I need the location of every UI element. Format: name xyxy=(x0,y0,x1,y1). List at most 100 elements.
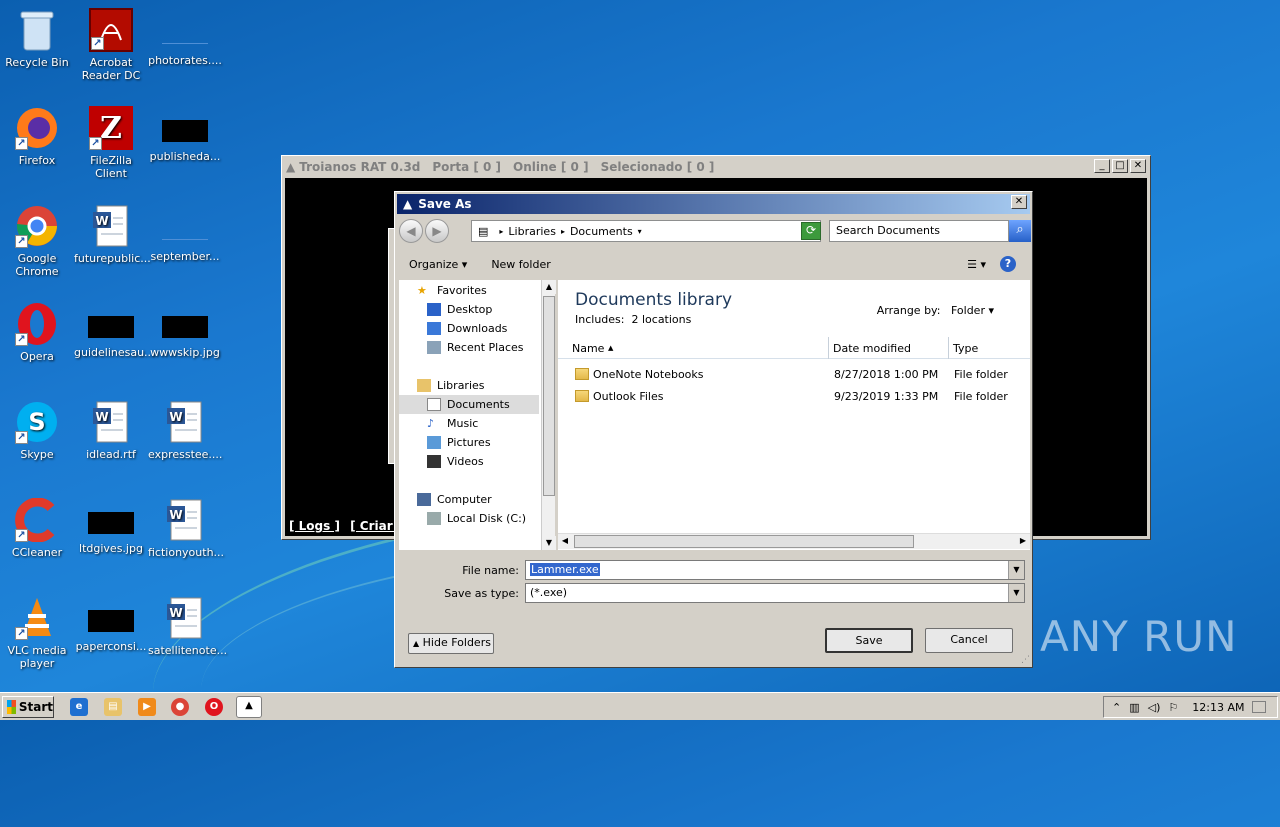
desktop-icon-satellitenote[interactable]: W satellitenote... xyxy=(148,596,227,657)
dialog-title-bar[interactable]: ▲ Save As ✕ xyxy=(397,194,1030,214)
back-button[interactable]: ◀ xyxy=(399,219,423,243)
start-button[interactable]: Start xyxy=(2,696,54,718)
desktop-icon-expresstee[interactable]: W expresstee.... xyxy=(148,400,222,461)
nav-favorites[interactable]: ★ Favorites xyxy=(417,281,487,300)
maximize-button[interactable]: □ xyxy=(1112,159,1128,173)
breadcrumb-documents[interactable]: Documents xyxy=(570,225,633,238)
desktop-icon-filezilla[interactable]: Z ↗ FileZilla Client xyxy=(74,106,148,180)
logs-link[interactable]: [ Logs ] xyxy=(289,519,340,533)
desktop-icon-futurepublic[interactable]: W futurepublic... xyxy=(74,204,151,265)
save-type-select[interactable]: (*.exe) ▼ xyxy=(525,583,1025,603)
search-input[interactable]: Search Documents xyxy=(829,220,1009,242)
firefox-icon: ↗ xyxy=(15,106,59,150)
filezilla-icon: Z ↗ xyxy=(89,106,133,150)
nav-documents[interactable]: Documents xyxy=(399,395,539,414)
opera-icon[interactable]: O xyxy=(205,698,223,716)
cancel-button[interactable]: Cancel xyxy=(925,628,1013,653)
nav-recent-places[interactable]: Recent Places xyxy=(427,338,524,357)
desktop-icon-september[interactable]: september... xyxy=(148,204,222,263)
breadcrumb-libraries[interactable]: Libraries xyxy=(508,225,556,238)
nav-desktop[interactable]: Desktop xyxy=(427,300,492,319)
skype-icon: S ↗ xyxy=(15,400,59,444)
address-bar[interactable]: ▤ ▸ Libraries ▸ Documents ▾ ▼ xyxy=(471,220,821,242)
desktop-icon-chrome[interactable]: ↗ Google Chrome xyxy=(0,204,74,278)
organize-button[interactable]: Organize ▾ xyxy=(409,258,467,271)
file-name-field[interactable]: Lammer.exe ▼ xyxy=(525,560,1025,580)
column-date-modified[interactable]: Date modified xyxy=(829,337,949,359)
nav-videos[interactable]: Videos xyxy=(427,452,484,471)
clock[interactable]: 12:13 AM xyxy=(1192,701,1244,714)
forward-button[interactable]: ▶ xyxy=(425,219,449,243)
new-folder-button[interactable]: New folder xyxy=(491,258,550,271)
refresh-icon[interactable]: ⟳ xyxy=(801,222,821,240)
minimize-button[interactable]: _ xyxy=(1094,159,1110,173)
desktop-icon-guidelinesau[interactable]: guidelinesau... xyxy=(74,302,155,359)
desktop-icon-paperconsi[interactable]: paperconsi... xyxy=(74,596,148,653)
desktop-icon-fictionyouth[interactable]: W fictionyouth... xyxy=(148,498,224,559)
desktop-icon-photorates[interactable]: photorates.... xyxy=(148,8,222,67)
chevron-down-icon[interactable]: ▼ xyxy=(1008,584,1024,602)
file-row[interactable]: OneNote Notebooks 8/27/2018 1:00 PM File… xyxy=(558,365,1030,385)
rat-selected-status: Selecionado [ 0 ] xyxy=(600,159,715,174)
arrange-by-dropdown[interactable]: Folder xyxy=(951,304,985,317)
desktop-icon-ltdgives[interactable]: ltdgives.jpg xyxy=(74,498,148,555)
nav-downloads[interactable]: Downloads xyxy=(427,319,507,338)
sort-asc-icon: ▲ xyxy=(607,344,614,352)
column-type[interactable]: Type xyxy=(949,337,1030,359)
nav-scrollbar[interactable]: ▲ ▼ xyxy=(541,280,556,550)
nav-music[interactable]: ♪ Music xyxy=(427,414,478,433)
dialog-close-button[interactable]: ✕ xyxy=(1011,195,1027,209)
nav-computer[interactable]: Computer xyxy=(417,490,492,509)
chevron-down-icon[interactable]: ▼ xyxy=(1008,561,1024,579)
desktop-icon-recycle-bin[interactable]: Recycle Bin xyxy=(0,8,74,69)
help-icon[interactable]: ? xyxy=(1000,256,1016,272)
scroll-right-icon[interactable]: ▶ xyxy=(1016,534,1030,548)
close-button[interactable]: ✕ xyxy=(1130,159,1146,173)
action-center-flag-icon[interactable]: ⚐ xyxy=(1168,701,1178,714)
column-name[interactable]: Name ▲ xyxy=(558,337,829,359)
rat-title-bar[interactable]: ▲ Troianos RAT 0.3d Porta [ 0 ] Online [… xyxy=(282,156,1150,177)
nav-pictures[interactable]: Pictures xyxy=(427,433,491,452)
scroll-thumb[interactable] xyxy=(574,535,914,548)
view-options-icon[interactable]: ☰ ▾ xyxy=(967,258,986,271)
scroll-thumb[interactable] xyxy=(543,296,555,496)
scroll-up-icon[interactable]: ▲ xyxy=(542,280,556,294)
save-button[interactable]: Save xyxy=(825,628,913,653)
shortcut-arrow-icon: ↗ xyxy=(15,529,28,542)
scroll-left-icon[interactable]: ◀ xyxy=(558,534,572,548)
file-list-hscrollbar[interactable]: ◀ ▶ xyxy=(558,533,1030,549)
save-as-dialog[interactable]: ▲ Save As ✕ ◀ ▶ ▤ ▸ Libraries ▸ Document… xyxy=(394,191,1033,668)
word-document-icon: W xyxy=(89,400,133,444)
svg-text:W: W xyxy=(95,214,108,228)
locations-link[interactable]: 2 locations xyxy=(631,313,691,326)
tray-expand-icon[interactable]: ⌃ xyxy=(1112,701,1121,714)
file-row[interactable]: Outlook Files 9/23/2019 1:33 PM File fol… xyxy=(558,387,1030,407)
desktop-icon-publisheda[interactable]: publisheda... xyxy=(148,106,222,163)
media-player-icon[interactable]: ▶ xyxy=(138,698,156,716)
rat-taskbar-button[interactable]: ▲ xyxy=(236,696,262,718)
network-icon[interactable]: ▥ xyxy=(1129,701,1139,714)
chrome-icon[interactable]: ● xyxy=(171,698,189,716)
volume-icon[interactable]: ◁) xyxy=(1148,701,1161,714)
desktop-icon-idlead[interactable]: W idlead.rtf xyxy=(74,400,148,461)
desktop-icon-skype[interactable]: S ↗ Skype xyxy=(0,400,74,461)
desktop-icon-firefox[interactable]: ↗ Firefox xyxy=(0,106,74,167)
desktop-icon-opera[interactable]: ↗ Opera xyxy=(0,302,74,363)
explorer-icon[interactable]: ▤ xyxy=(104,698,122,716)
desktop-icon-wwwskip[interactable]: wwwskip.jpg xyxy=(148,302,222,359)
videos-icon xyxy=(427,455,441,468)
shortcut-arrow-icon: ↗ xyxy=(89,137,102,150)
scroll-down-icon[interactable]: ▼ xyxy=(542,536,556,550)
search-icon[interactable]: ⌕ xyxy=(1009,220,1031,242)
resize-grip-icon[interactable]: ⋰ xyxy=(1021,655,1030,665)
breadcrumb-arrow-icon: ▸ xyxy=(560,226,565,236)
desktop-icon-ccleaner[interactable]: ↗ CCleaner xyxy=(0,498,74,559)
desktop-icon-vlc[interactable]: ↗ VLC media player xyxy=(0,596,74,670)
hide-folders-button[interactable]: ▲ Hide Folders xyxy=(408,633,494,654)
nav-libraries[interactable]: Libraries xyxy=(417,376,485,395)
show-desktop-button[interactable] xyxy=(1252,701,1267,713)
word-document-icon: W xyxy=(89,204,133,248)
nav-local-disk[interactable]: Local Disk (C:) xyxy=(427,509,526,528)
desktop-icon-acrobat[interactable]: ↗ Acrobat Reader DC xyxy=(74,8,148,82)
ie-icon[interactable]: e xyxy=(70,698,88,716)
